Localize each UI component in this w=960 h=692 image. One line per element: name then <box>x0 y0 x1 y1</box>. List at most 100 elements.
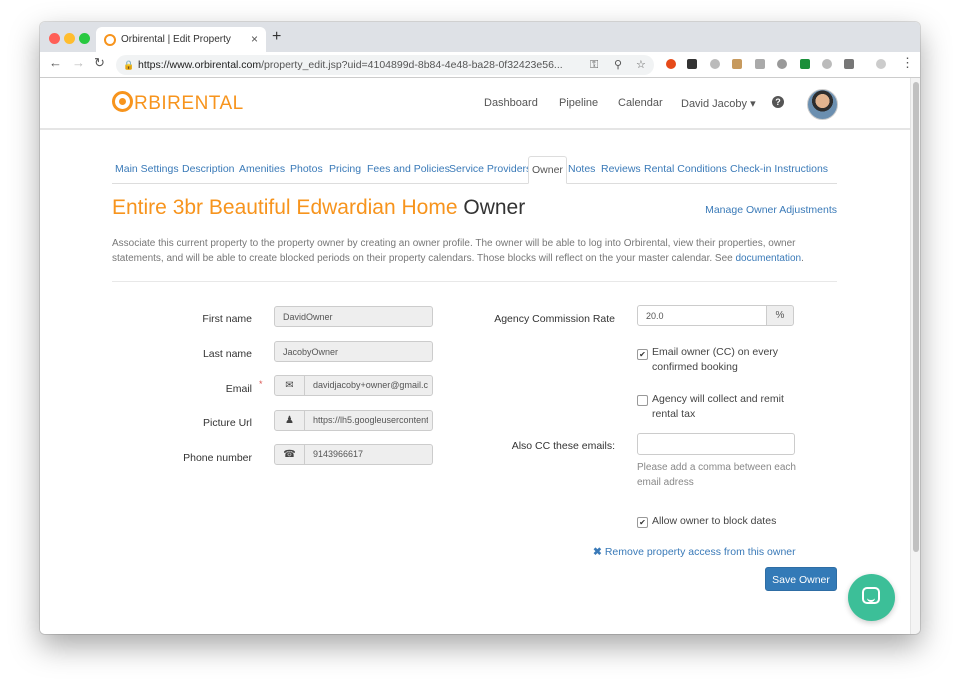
nav-dashboard[interactable]: Dashboard <box>484 97 538 109</box>
tab-main-settings[interactable]: Main Settings <box>115 163 179 175</box>
profile-icon[interactable] <box>876 59 886 69</box>
email-label: Email <box>225 383 252 395</box>
last-name-input[interactable] <box>274 341 433 362</box>
rental-tax-label: Agency will collect and remit rental tax <box>652 393 784 420</box>
also-cc-label: Also CC these emails: <box>511 440 615 452</box>
logo-mark-icon <box>112 91 133 112</box>
tab-pricing[interactable]: Pricing <box>329 163 361 175</box>
extension-facebook-icon[interactable] <box>844 59 854 69</box>
address-bar[interactable]: 🔒 https://www.orbirental.com/property_ed… <box>116 55 654 75</box>
email-field[interactable]: ✉ davidjacoby+owner@gmail.com <box>274 375 433 396</box>
commission-rate-label: Agency Commission Rate <box>494 313 615 325</box>
chat-launcher-button[interactable] <box>848 574 895 621</box>
nav-calendar[interactable]: Calendar <box>618 97 663 109</box>
extension-pocket-icon[interactable] <box>687 59 697 69</box>
page-content: RBIRENTAL Dashboard Pipeline Calendar Da… <box>40 78 910 634</box>
nav-user-menu[interactable]: David Jacoby ▾ <box>681 97 756 110</box>
tab-service-providers[interactable]: Service Providers <box>449 163 531 175</box>
browser-tab-bar: Orbirental | Edit Property × + <box>40 22 920 52</box>
remove-access-text: Remove property access from this owner <box>604 546 796 558</box>
extension-sound-icon[interactable] <box>800 59 810 69</box>
reload-icon[interactable]: ↻ <box>94 55 105 71</box>
browser-window: Orbirental | Edit Property × + ← → ↻ 🔒 h… <box>40 22 920 634</box>
browser-toolbar: ← → ↻ 🔒 https://www.orbirental.com/prope… <box>40 52 920 78</box>
extension-block-icon[interactable] <box>777 59 787 69</box>
bookmark-star-icon[interactable]: ☆ <box>636 55 646 75</box>
description-text: Associate this current property to the p… <box>112 238 796 264</box>
page-title-property: Entire 3br Beautiful Edwardian Home <box>112 196 458 219</box>
extension-circle-icon[interactable] <box>710 59 720 69</box>
required-marker: * <box>259 379 263 389</box>
rental-tax-checkbox[interactable] <box>637 395 648 406</box>
phone-icon: ☎ <box>275 445 305 464</box>
tab-rental-conditions[interactable]: Rental Conditions <box>644 163 727 175</box>
also-cc-help-text: Please add a comma between each email ad… <box>637 462 796 488</box>
tab-reviews[interactable]: Reviews <box>601 163 641 175</box>
email-value: davidjacoby+owner@gmail.com <box>313 380 428 390</box>
commission-rate-input[interactable] <box>637 305 767 326</box>
browser-menu-icon[interactable]: ⋮ <box>901 55 914 71</box>
page-title-suffix: Owner <box>463 196 526 219</box>
tab-description[interactable]: Description <box>182 163 235 175</box>
chat-bubble-icon <box>862 587 880 604</box>
tab-notes[interactable]: Notes <box>568 163 595 175</box>
extension-gear-icon[interactable] <box>822 59 832 69</box>
manage-owner-adjustments-link[interactable]: Manage Owner Adjustments <box>705 204 837 216</box>
new-tab-button[interactable]: + <box>272 28 281 46</box>
key-icon[interactable]: ⚿ <box>590 55 598 75</box>
scrollbar-thumb[interactable] <box>913 82 919 552</box>
tab-check-in-instructions[interactable]: Check-in Instructions <box>730 163 828 175</box>
tab-owner[interactable]: Owner <box>528 156 567 184</box>
extension-camera-icon[interactable] <box>755 59 765 69</box>
tab-fees-and-policies[interactable]: Fees and Policies <box>367 163 450 175</box>
zoom-icon[interactable]: ⚲ <box>614 55 622 75</box>
email-cc-checkbox[interactable]: ✔ <box>637 349 648 360</box>
window-maximize-button[interactable] <box>79 33 90 44</box>
forward-icon[interactable]: → <box>72 55 85 70</box>
url-domain: https://www.orbirental.com <box>138 59 262 71</box>
tab-close-icon[interactable]: × <box>251 32 258 46</box>
extension-adblock-icon[interactable] <box>666 59 676 69</box>
window-minimize-button[interactable] <box>64 33 75 44</box>
also-cc-input[interactable] <box>637 433 795 455</box>
window-close-button[interactable] <box>49 33 60 44</box>
browser-tab-title: Orbirental | Edit Property <box>121 34 231 45</box>
extension-paper-icon[interactable] <box>732 59 742 69</box>
logo-text: RBIRENTAL <box>134 93 244 114</box>
picture-url-value: https://lh5.googleusercontent.com <box>313 415 428 425</box>
back-icon[interactable]: ← <box>49 55 62 70</box>
first-name-input[interactable] <box>274 306 433 327</box>
envelope-icon: ✉ <box>275 376 305 395</box>
documentation-link[interactable]: documentation <box>735 253 801 264</box>
email-cc-label: Email owner (CC) on every confirmed book… <box>652 346 779 373</box>
first-name-label: First name <box>202 313 252 325</box>
picture-url-field[interactable]: ♟ https://lh5.googleusercontent.com <box>274 410 433 431</box>
tab-amenities[interactable]: Amenities <box>239 163 285 175</box>
page-title: Entire 3br Beautiful Edwardian Home Owne… <box>112 196 525 220</box>
phone-number-field[interactable]: ☎ 9143966617 <box>274 444 433 465</box>
nav-pipeline[interactable]: Pipeline <box>559 97 598 109</box>
description-end: . <box>801 253 804 264</box>
orbirental-logo[interactable]: RBIRENTAL <box>112 91 244 115</box>
page-scrollbar[interactable] <box>910 78 920 634</box>
percent-addon: % <box>766 305 794 326</box>
block-dates-checkbox[interactable]: ✔ <box>637 517 648 528</box>
remove-access-link[interactable]: ✖ Remove property access from this owner <box>593 546 796 558</box>
browser-tab[interactable]: Orbirental | Edit Property × <box>96 27 266 52</box>
save-owner-button[interactable]: Save Owner <box>765 567 837 591</box>
phone-number-label: Phone number <box>183 452 252 464</box>
tab-photos[interactable]: Photos <box>290 163 323 175</box>
block-dates-label: Allow owner to block dates <box>652 515 777 527</box>
url-path: /property_edit.jsp?uid=4104899d-8b84-4e4… <box>261 59 563 71</box>
lock-icon: 🔒 <box>123 60 135 70</box>
orbirental-favicon-icon <box>104 34 116 46</box>
help-icon[interactable]: ? <box>772 96 784 108</box>
phone-value: 9143966617 <box>313 449 364 459</box>
user-icon: ♟ <box>275 411 305 430</box>
last-name-label: Last name <box>202 348 252 360</box>
property-tabs: Main Settings Description Amenities Phot… <box>112 156 837 184</box>
owner-description: Associate this current property to the p… <box>112 236 837 266</box>
app-header: RBIRENTAL Dashboard Pipeline Calendar Da… <box>40 78 910 130</box>
picture-url-label: Picture Url <box>202 417 252 429</box>
avatar[interactable] <box>807 89 838 120</box>
